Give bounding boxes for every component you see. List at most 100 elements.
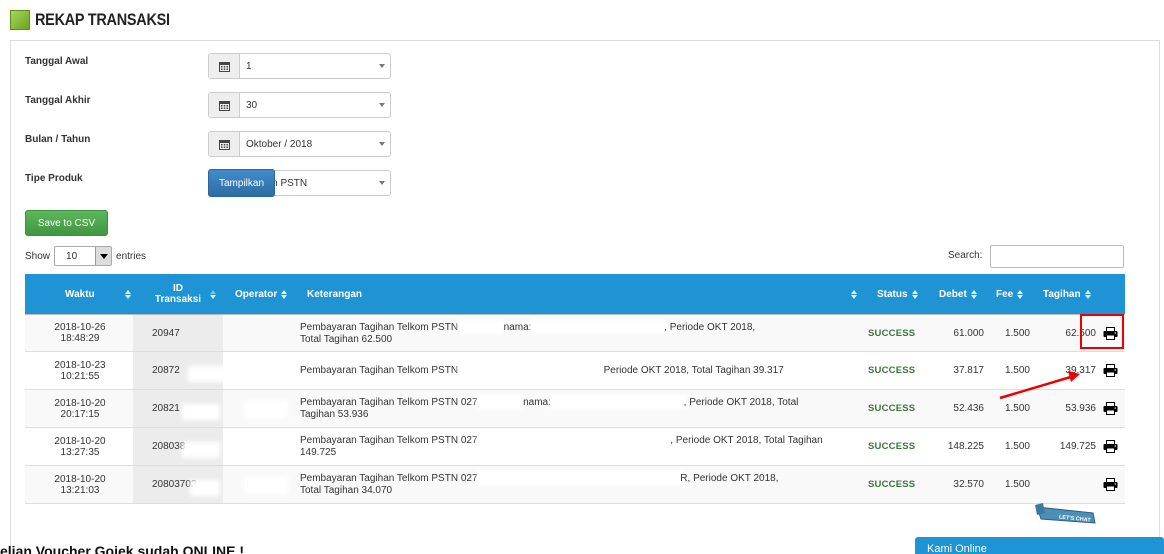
cell-keterangan: Pembayaran Tagihan Telkom PSTN 027 nama:… <box>300 390 850 427</box>
redacted-id <box>186 408 216 416</box>
sort-icon <box>121 274 131 314</box>
search-input[interactable] <box>990 245 1124 268</box>
col-waktu[interactable]: Waktu <box>65 274 95 314</box>
tanggal-akhir-label: Tanggal Akhir <box>25 95 91 106</box>
cell-waktu-date: 2018-10-23 <box>54 359 106 371</box>
redacted-operator <box>248 442 284 452</box>
page-length-value: 10 <box>66 250 78 262</box>
cell-waktu-time: 13:21:03 <box>60 484 100 496</box>
col-fee-label: Fee <box>996 288 1014 300</box>
table-row: 2018-10-23 10:21:55 20872 Pembayaran Tag… <box>25 352 1125 390</box>
col-tagihan-label: Tagihan <box>1043 288 1081 300</box>
print-icon[interactable] <box>1103 390 1118 427</box>
ket-part1: Pembayaran Tagihan Telkom PSTN <box>300 322 459 333</box>
cell-waktu: 2018-10-20 13:21:03 <box>35 466 125 503</box>
col-id-transaksi[interactable]: ID Transaksi <box>153 274 203 314</box>
bulan-tahun-value: Oktober / 2018 <box>246 138 313 150</box>
col-keterangan[interactable]: Keterangan <box>307 274 362 314</box>
cell-waktu-date: 2018-10-20 <box>54 473 106 485</box>
col-waktu-label: Waktu <box>65 288 95 300</box>
cell-debet: 52.436 <box>953 403 984 414</box>
tanggal-akhir-value: 30 <box>246 99 258 111</box>
col-debet[interactable]: Debet <box>939 274 977 314</box>
ket-part3: Total Tagihan 62.500 <box>300 334 393 345</box>
cell-waktu: 2018-10-20 13:27:35 <box>35 428 125 465</box>
col-debet-label: Debet <box>939 288 967 300</box>
chevron-down-icon <box>374 171 390 195</box>
bulan-tahun-select[interactable]: Oktober / 2018 <box>208 131 391 157</box>
tampilkan-button[interactable]: Tampilkan <box>208 169 275 197</box>
cell-waktu-date: 2018-10-20 <box>54 435 106 447</box>
status-badge: SUCCESS <box>868 315 915 351</box>
status-badge: SUCCESS <box>868 352 915 389</box>
redacted-text <box>553 398 684 407</box>
marquee-ticker: elian Voucher Gojek sudah ONLINE ! <box>0 543 245 554</box>
col-fee[interactable]: Fee <box>996 274 1024 314</box>
lets-chat-badge[interactable]: LET'S CHAT <box>1035 503 1099 527</box>
sort-icon <box>911 289 918 299</box>
sort-icon <box>1017 289 1024 299</box>
cell-waktu-date: 2018-10-26 <box>54 322 106 333</box>
chat-widget-bar[interactable]: Kami Online <box>915 537 1164 554</box>
col-operator[interactable]: Operator <box>235 274 288 314</box>
cell-waktu-time: 10:21:55 <box>60 370 100 382</box>
cell-id: 20872 <box>152 365 180 376</box>
col-status[interactable]: Status <box>877 274 918 314</box>
ket-part3: Tagihan 53.936 <box>300 409 369 420</box>
ket-part2: , Periode OKT 2018, Total <box>683 397 799 408</box>
ket-part1: Pembayaran Tagihan Telkom PSTN 027 <box>300 397 478 408</box>
cell-fee: 1.500 <box>1004 441 1030 452</box>
redacted-operator <box>248 404 284 414</box>
print-icon[interactable] <box>1103 352 1118 389</box>
page-length-select[interactable]: 10 <box>54 246 113 266</box>
sort-desc-icon <box>206 274 216 314</box>
page-length-control: Show 10 entries <box>25 246 146 266</box>
col-status-label: Status <box>877 288 908 300</box>
ket-part3: Total Tagihan 34.070 <box>300 485 393 496</box>
sort-icon <box>847 274 857 314</box>
entries-label: entries <box>116 250 147 262</box>
search-label: Search: <box>948 250 983 261</box>
cell-keterangan: Pembayaran Tagihan Telkom PSTN nama: , P… <box>300 315 840 351</box>
header-logo-square <box>10 10 30 30</box>
status-text: SUCCESS <box>868 403 916 414</box>
cell-id: 208038 <box>152 441 186 452</box>
chevron-down-icon <box>374 54 390 78</box>
calendar-icon <box>209 132 240 156</box>
status-badge: SUCCESS <box>868 428 915 465</box>
print-icon[interactable] <box>1103 428 1118 465</box>
tipe-produk-label: Tipe Produk <box>25 173 83 184</box>
print-highlight-box <box>1080 314 1124 349</box>
redacted-text <box>460 323 501 332</box>
table-row: 2018-10-20 13:21:03 20803702 kasir1 Pemb… <box>25 466 1125 504</box>
page-header: REKAP TRANSAKSI <box>10 9 194 31</box>
cell-fee: 1.500 <box>1004 479 1030 490</box>
ket-part2: , Periode OKT 2018, <box>664 322 756 333</box>
chevron-down-icon <box>374 132 390 156</box>
operator-column <box>223 315 293 351</box>
ket-part1: Pembayaran Tagihan Telkom PSTN <box>300 365 459 376</box>
redacted-text <box>534 323 665 332</box>
ket-part3: 149.725 <box>300 447 337 458</box>
cell-tagihan: 149.725 <box>1059 441 1096 452</box>
tanggal-awal-value: 1 <box>246 60 252 72</box>
ket-part1: Pembayaran Tagihan Telkom PSTN 027 <box>300 473 478 484</box>
cell-debet: 37.817 <box>953 365 984 376</box>
tanggal-akhir-select[interactable]: 30 <box>208 92 391 118</box>
redacted-text <box>480 398 521 407</box>
cell-keterangan: Pembayaran Tagihan Telkom PSTN Periode O… <box>300 352 840 389</box>
print-icon[interactable] <box>1103 466 1118 503</box>
cell-id: 20821 <box>152 403 180 414</box>
col-id-transaksi-label: ID Transaksi <box>154 283 202 305</box>
col-tagihan[interactable]: Tagihan <box>1043 274 1091 314</box>
chevron-down-icon <box>374 93 390 117</box>
cell-waktu-time: 13:27:35 <box>60 446 100 458</box>
tanggal-awal-select[interactable]: 1 <box>208 53 391 79</box>
cell-waktu: 2018-10-23 10:21:55 <box>35 352 125 389</box>
table-row: 2018-10-26 18:48:29 20947 Pembayaran Tag… <box>25 314 1125 352</box>
status-badge: SUCCESS <box>868 390 915 427</box>
ket-part2: , Periode OKT 2018, Total Tagihan <box>670 435 823 446</box>
save-csv-button[interactable]: Save to CSV <box>25 210 108 236</box>
cell-debet: 32.570 <box>953 479 984 490</box>
highlight-arrow <box>999 371 1080 400</box>
